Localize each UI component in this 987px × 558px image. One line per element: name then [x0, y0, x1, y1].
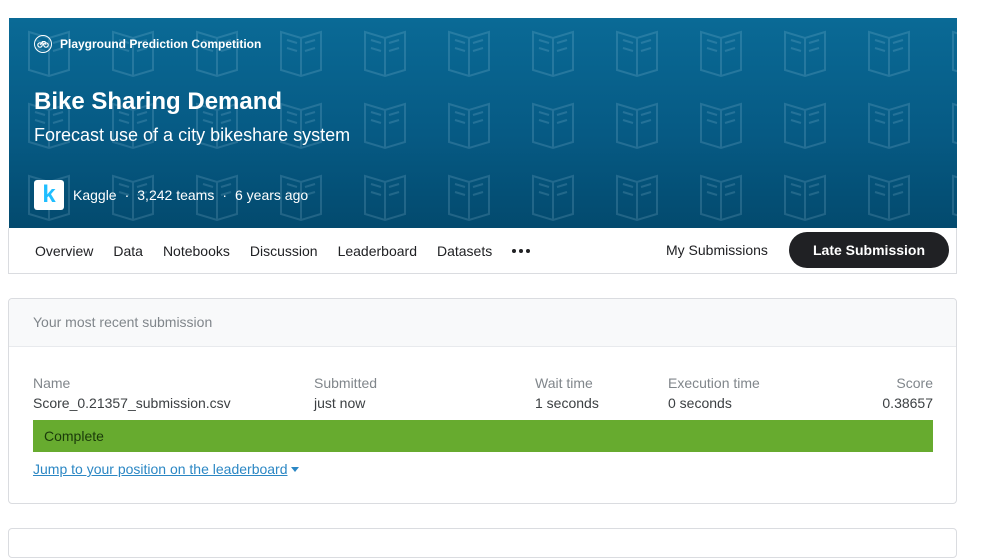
kaggle-logo-icon[interactable]: k — [34, 180, 64, 210]
tab-datasets[interactable]: Datasets — [437, 243, 492, 259]
competition-type: Playground Prediction Competition — [34, 35, 261, 53]
tab-data[interactable]: Data — [113, 243, 143, 259]
next-card — [8, 528, 957, 558]
nav-tabs: Overview Data Notebooks Discussion Leade… — [35, 228, 531, 273]
score-column: Score 0.38657 — [882, 373, 933, 413]
jump-to-leaderboard-link[interactable]: Jump to your position on the leaderboard — [33, 461, 299, 477]
execution-time-value: 0 seconds — [668, 395, 732, 411]
score-label: Score — [896, 375, 933, 391]
submitted-value: just now — [314, 395, 366, 411]
wait-time-column: Wait time 1 seconds — [535, 373, 599, 413]
competition-header-banner: Playground Prediction Competition Bike S… — [9, 18, 957, 228]
name-column: Name Score_0.21357_submission.csv — [33, 373, 231, 413]
my-submissions-link[interactable]: My Submissions — [666, 242, 768, 258]
execution-time-column: Execution time 0 seconds — [668, 373, 760, 413]
kaggle-logo-letter: k — [42, 181, 56, 208]
score-value: 0.38657 — [882, 395, 933, 411]
tab-notebooks[interactable]: Notebooks — [163, 243, 230, 259]
competition-nav-bar: Overview Data Notebooks Discussion Leade… — [8, 228, 957, 274]
name-label: Name — [33, 375, 71, 391]
submitted-column: Submitted just now — [314, 373, 377, 413]
caret-down-icon — [290, 466, 299, 472]
team-count: 3,242 teams — [137, 187, 215, 203]
late-submission-button[interactable]: Late Submission — [789, 232, 949, 268]
submission-file-name: Score_0.21357_submission.csv — [33, 395, 231, 411]
more-horizontal-icon[interactable] — [512, 248, 531, 253]
status-badge: Complete — [33, 420, 933, 452]
wait-time-label: Wait time — [535, 375, 593, 391]
competition-title: Bike Sharing Demand — [34, 88, 283, 115]
competition-type-label: Playground Prediction Competition — [60, 37, 262, 51]
execution-time-label: Execution time — [668, 375, 760, 391]
tab-overview[interactable]: Overview — [35, 243, 93, 259]
recent-submission-card: Your most recent submission Name Score_0… — [8, 298, 957, 504]
tab-discussion[interactable]: Discussion — [250, 243, 318, 259]
competition-age: 6 years ago — [235, 187, 309, 203]
jump-link-label: Jump to your position on the leaderboard — [33, 461, 288, 477]
wait-time-value: 1 seconds — [535, 395, 599, 411]
host-name[interactable]: Kaggle — [73, 187, 117, 203]
card-header: Your most recent submission — [9, 299, 956, 347]
bicycle-icon — [34, 35, 52, 53]
tab-leaderboard[interactable]: Leaderboard — [338, 243, 417, 259]
meta-separator: · — [124, 187, 130, 203]
competition-meta: k Kaggle · 3,242 teams · 6 years ago — [34, 180, 308, 210]
competition-subtitle: Forecast use of a city bikeshare system — [34, 125, 351, 145]
meta-separator: · — [222, 187, 227, 203]
submitted-label: Submitted — [314, 375, 378, 391]
